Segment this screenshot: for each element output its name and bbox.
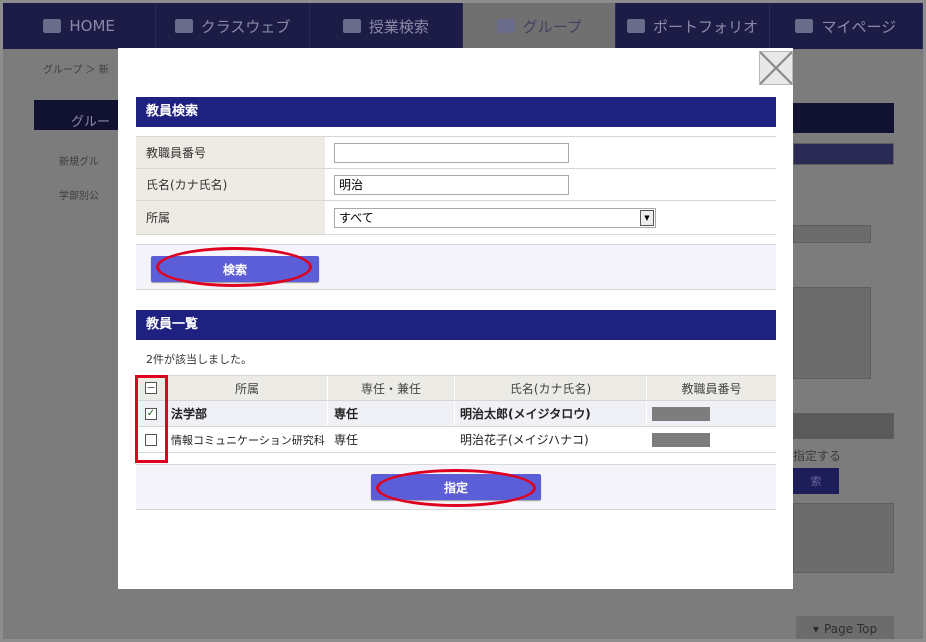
col-name: 氏名(カナ氏名) bbox=[454, 376, 646, 400]
close-icon[interactable] bbox=[759, 51, 793, 85]
app-window: HOME クラスウェブ 授業検索 グループ ポートフォリオ マイページ グループ… bbox=[0, 0, 926, 642]
breadcrumb: グループ ＞ 新 bbox=[43, 65, 109, 76]
table-header: − 所属 専任・兼任 氏名(カナ氏名) 教職員番号 bbox=[136, 375, 776, 401]
results-heading: 教員一覧 bbox=[136, 310, 776, 340]
search-icon bbox=[342, 19, 361, 33]
right-panel-box bbox=[793, 503, 894, 573]
row-type: 専任 bbox=[327, 401, 454, 426]
staff-number-input[interactable] bbox=[334, 142, 569, 163]
staff-number-label: 教職員番号 bbox=[136, 137, 325, 168]
row-type: 専任 bbox=[327, 427, 454, 452]
highlight-rect-checkboxes bbox=[135, 375, 168, 463]
nav-group[interactable]: グループ bbox=[462, 3, 617, 49]
home-icon bbox=[43, 19, 62, 33]
affiliation-label: 所属 bbox=[136, 201, 325, 234]
col-affiliation: 所属 bbox=[166, 376, 327, 400]
search-heading: 教員検索 bbox=[136, 97, 776, 127]
folder-icon bbox=[626, 19, 645, 33]
right-panel-bar2 bbox=[793, 413, 894, 439]
sidebar-item-new[interactable]: 新規グル bbox=[59, 153, 99, 168]
row-name: 明治花子(メイジハナコ) bbox=[454, 427, 646, 452]
redacted-staff-number bbox=[652, 432, 710, 447]
field-row-name: 氏名(カナ氏名) bbox=[136, 169, 776, 201]
group-icon bbox=[496, 19, 515, 33]
field-row-staff-number: 教職員番号 bbox=[136, 136, 776, 169]
col-staff-number: 教職員番号 bbox=[646, 376, 776, 400]
row-affiliation: 法学部 bbox=[171, 407, 208, 421]
nav-portfolio[interactable]: ポートフォリオ bbox=[616, 3, 770, 49]
highlight-oval-assign bbox=[376, 469, 536, 507]
name-label: 氏名(カナ氏名) bbox=[136, 169, 325, 200]
results-table: − 所属 専任・兼任 氏名(カナ氏名) 教職員番号 ✓ 法学部 専任 明治太郎(… bbox=[136, 375, 776, 453]
affiliation-select[interactable]: すべて ▼ bbox=[334, 207, 656, 228]
redacted-staff-number bbox=[652, 406, 710, 421]
triangle-up-icon: ▼ bbox=[812, 624, 820, 634]
right-panel-text: 指定する bbox=[793, 449, 842, 463]
teacher-search-modal: 教員検索 教職員番号 氏名(カナ氏名) 所属 すべて ▼ 検索 教員一覧 2件が… bbox=[118, 48, 793, 589]
sidebar-title: グルー bbox=[71, 115, 111, 130]
nav-course-search[interactable]: 授業検索 bbox=[310, 3, 463, 49]
right-panel-header bbox=[793, 103, 894, 133]
name-input[interactable] bbox=[334, 174, 569, 195]
sidebar-item-faculty[interactable]: 学部別公 bbox=[59, 187, 99, 202]
nav-home[interactable]: HOME bbox=[3, 3, 157, 49]
right-panel-textarea[interactable] bbox=[793, 287, 871, 379]
result-count: 2件が該当しました。 bbox=[146, 353, 252, 366]
smiley-icon bbox=[795, 19, 814, 33]
table-row[interactable]: 情報コミュニケーション研究科 専任 明治花子(メイジハナコ) bbox=[136, 427, 776, 453]
nav-mypage[interactable]: マイページ bbox=[770, 3, 923, 49]
chevron-down-icon[interactable]: ▼ bbox=[640, 209, 654, 226]
nav-classweb[interactable]: クラスウェブ bbox=[156, 3, 310, 49]
main-nav: HOME クラスウェブ 授業検索 グループ ポートフォリオ マイページ bbox=[3, 3, 923, 49]
table-row[interactable]: ✓ 法学部 専任 明治太郎(メイジタロウ) bbox=[136, 401, 776, 427]
graduation-cap-icon bbox=[174, 19, 193, 33]
page-top-button[interactable]: ▼ Page Top bbox=[796, 616, 894, 639]
highlight-oval-search bbox=[156, 247, 312, 287]
right-panel-bar bbox=[793, 143, 894, 165]
row-name: 明治太郎(メイジタロウ) bbox=[454, 401, 646, 426]
col-type: 専任・兼任 bbox=[327, 376, 454, 400]
right-panel-button[interactable]: 索 bbox=[793, 468, 839, 494]
field-row-affiliation: 所属 すべて ▼ bbox=[136, 201, 776, 235]
right-panel-input[interactable] bbox=[793, 225, 871, 243]
row-affiliation: 情報コミュニケーション研究科 bbox=[171, 433, 325, 447]
